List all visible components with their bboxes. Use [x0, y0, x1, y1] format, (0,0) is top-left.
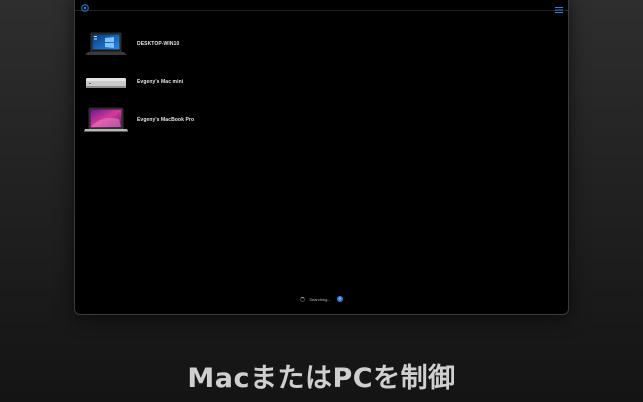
device-name: Evgeny's Mac mini [137, 79, 184, 85]
device-name: DESKTOP-WIN10 [137, 41, 180, 47]
device-item-macbook-pro[interactable]: Evgeny's MacBook Pro [83, 101, 383, 139]
mac-mini-icon [83, 67, 129, 97]
device-list: DESKTOP-WIN10 Evgeny's Mac mini Evgeny's… [83, 25, 383, 139]
promo-caption: MacまたはPCを制御 [187, 363, 456, 394]
hamburger-menu-icon[interactable] [555, 0, 563, 13]
status-text: Searching... [309, 296, 331, 302]
macbook-pro-icon [83, 105, 129, 135]
device-item-mac-mini[interactable]: Evgeny's Mac mini [83, 63, 383, 101]
device-item-desktop-win10[interactable]: DESKTOP-WIN10 [83, 25, 383, 63]
spinner-icon [300, 296, 306, 302]
help-icon[interactable]: ? [336, 296, 343, 302]
title-bar [75, 0, 568, 13]
windows-laptop-icon [83, 29, 129, 59]
device-name: Evgeny's MacBook Pro [137, 117, 195, 123]
app-logo-icon[interactable] [81, 0, 89, 12]
search-status: Searching... ? [75, 296, 568, 302]
app-window: DESKTOP-WIN10 Evgeny's Mac mini Evgeny's… [74, 0, 569, 315]
